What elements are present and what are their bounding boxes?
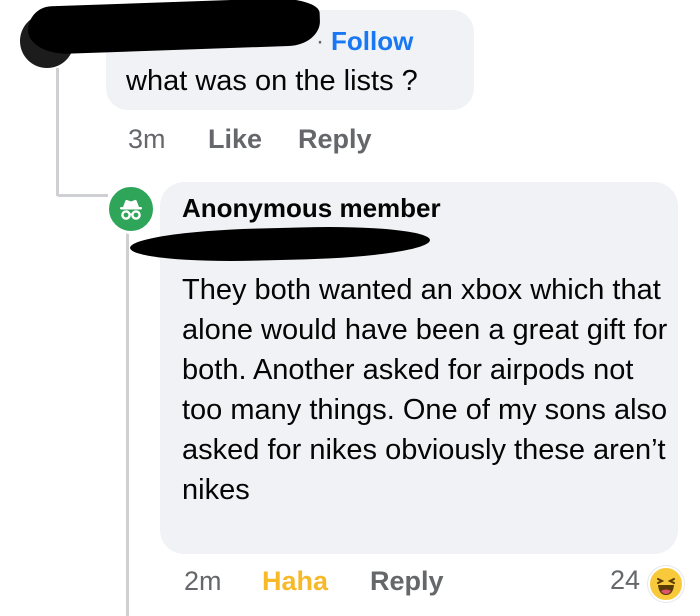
thread-line-vertical <box>56 68 59 196</box>
reaction-count[interactable]: 24 <box>610 565 640 596</box>
comment-text: They both wanted an xbox which that alon… <box>182 274 668 506</box>
follow-separator: · <box>316 28 324 55</box>
anonymous-avatar[interactable] <box>106 184 156 234</box>
haha-face-icon <box>657 578 675 595</box>
comment-author[interactable]: Anonymous member <box>182 193 441 224</box>
haha-emoji-icon[interactable] <box>648 566 684 602</box>
reply-thread-line <box>126 232 129 616</box>
haha-reaction-button[interactable]: Haha <box>262 566 328 597</box>
reply-button[interactable]: Reply <box>298 124 372 155</box>
incognito-icon <box>120 199 142 220</box>
follow-button[interactable]: Follow <box>331 26 413 57</box>
comment-timestamp[interactable]: 2m <box>184 566 222 597</box>
comment-timestamp[interactable]: 3m <box>128 124 166 155</box>
thread-line-branch <box>56 194 108 197</box>
like-button[interactable]: Like <box>208 124 262 155</box>
comment-text: what was on the lists ? <box>126 65 418 97</box>
reply-button[interactable]: Reply <box>370 566 444 597</box>
